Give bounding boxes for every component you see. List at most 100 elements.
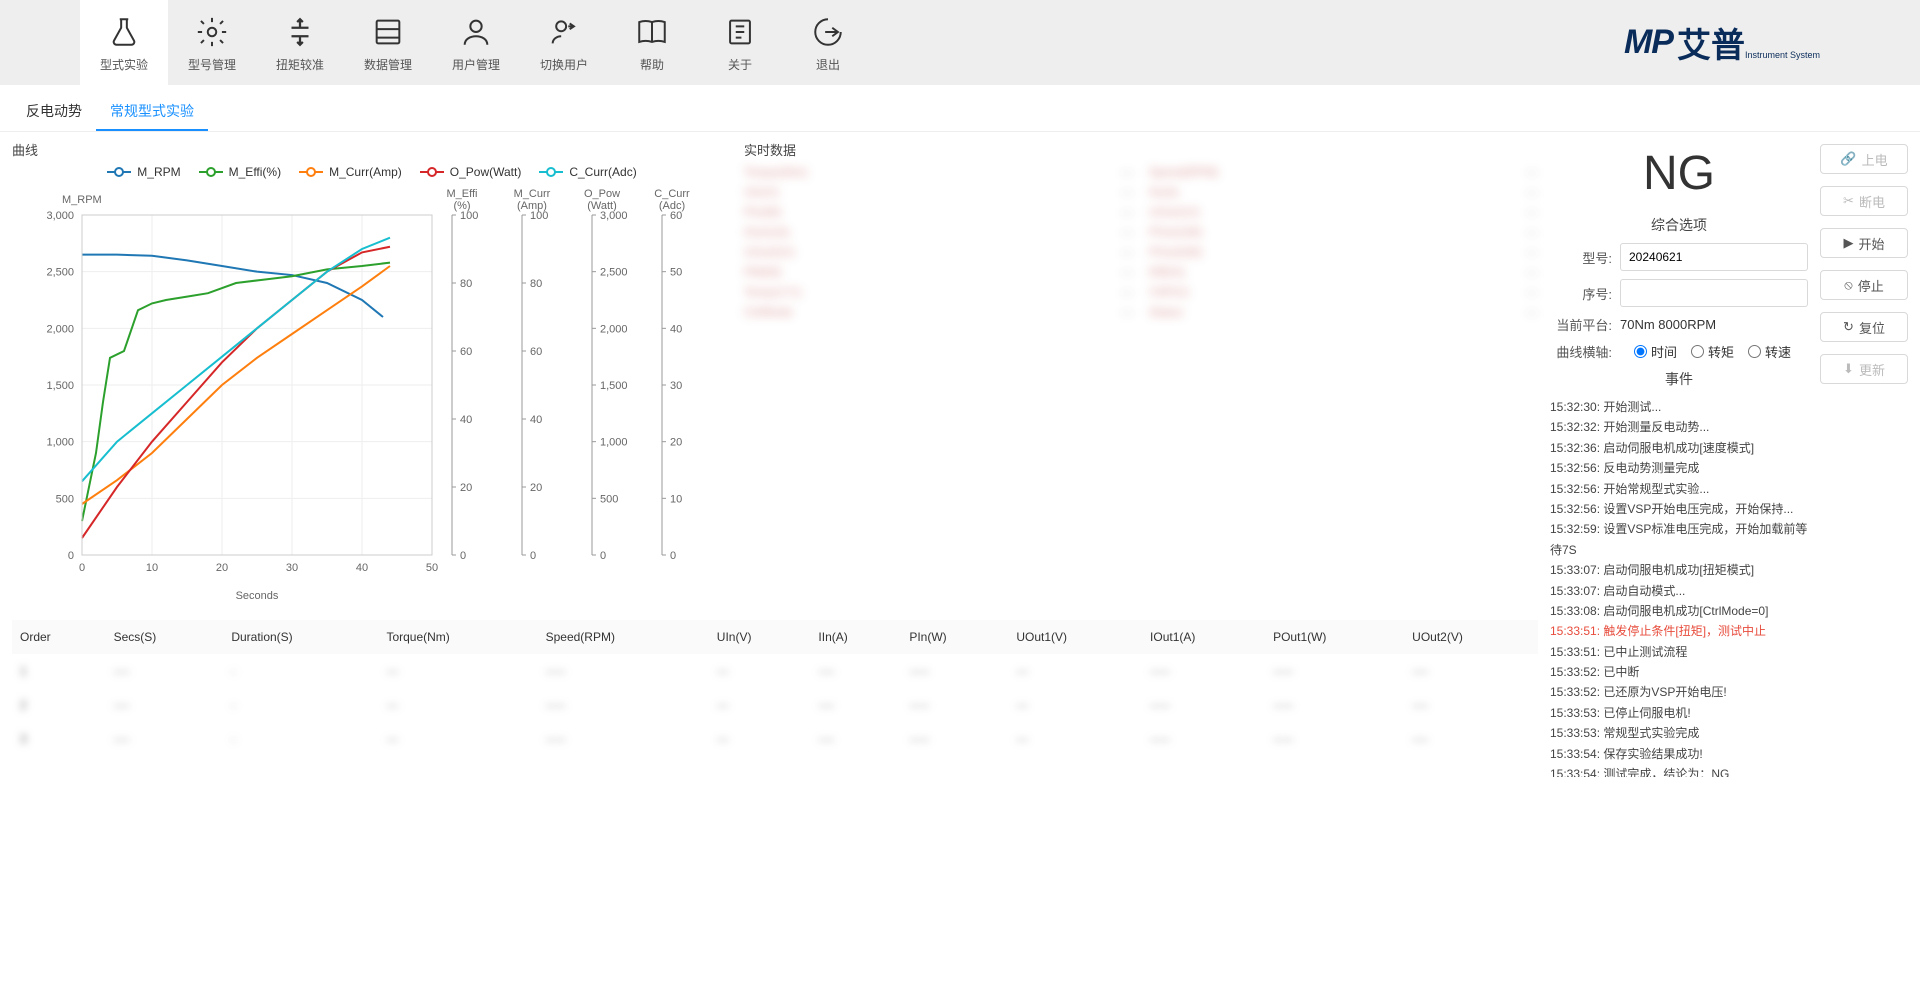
options-panel: NG 综合选项 型号: 20240621 序号: 当前平台: 70Nm 8000… [1550, 132, 1820, 1008]
svg-text:40: 40 [670, 323, 682, 335]
reset-icon: ↻ [1843, 319, 1854, 335]
stop-icon: ⦸ [1844, 277, 1852, 293]
svg-text:2,500: 2,500 [46, 267, 74, 279]
play-icon: ▶ [1843, 235, 1853, 251]
svg-text:20: 20 [670, 437, 682, 449]
model-select[interactable]: 20240621 [1620, 243, 1808, 271]
radio-torque[interactable]: 转矩 [1691, 342, 1734, 361]
tool-label: 数据管理 [364, 56, 412, 73]
tool-label: 用户管理 [452, 56, 500, 73]
download-icon: ⬇ [1843, 361, 1854, 377]
tool-user-mgmt[interactable]: 用户管理 [432, 0, 520, 85]
svg-text:40: 40 [530, 414, 542, 426]
tool-exit[interactable]: 退出 [784, 0, 872, 85]
svg-text:(Amp): (Amp) [517, 200, 547, 212]
tool-label: 切换用户 [540, 56, 588, 73]
serial-label: 序号: [1550, 284, 1620, 303]
svg-text:1,500: 1,500 [600, 380, 628, 392]
radio-time[interactable]: 时间 [1634, 342, 1677, 361]
exit-icon [811, 12, 845, 52]
svg-text:60: 60 [460, 346, 472, 358]
chart-svg: 05001,0001,5002,0002,5003,000M_RPM010203… [12, 185, 732, 605]
options-title: 综合选项 [1550, 215, 1808, 235]
tab-back-emf[interactable]: 反电动势 [12, 93, 96, 131]
tool-label: 关于 [728, 56, 752, 73]
svg-text:80: 80 [460, 278, 472, 290]
refresh-button[interactable]: ⬇更新 [1820, 354, 1908, 384]
tool-type-test[interactable]: 型式实验 [80, 0, 168, 85]
svg-text:C_Curr: C_Curr [654, 188, 690, 200]
svg-text:20: 20 [460, 482, 472, 494]
start-button[interactable]: ▶开始 [1820, 228, 1908, 258]
svg-text:2,000: 2,000 [600, 323, 628, 335]
flask-icon [107, 12, 141, 52]
power-off-button[interactable]: ✂断电 [1820, 186, 1908, 216]
book-icon [635, 12, 669, 52]
tool-help[interactable]: 帮助 [608, 0, 696, 85]
power-on-button[interactable]: 🔗上电 [1820, 144, 1908, 174]
svg-text:M_Effi: M_Effi [447, 188, 478, 200]
events-list: 15:32:30: 开始测试...15:32:32: 开始测量反电动势...15… [1550, 397, 1808, 777]
svg-text:0: 0 [460, 550, 466, 562]
calibrate-icon [283, 12, 317, 52]
reset-button[interactable]: ↻复位 [1820, 312, 1908, 342]
gear-icon [195, 12, 229, 52]
result-verdict: NG [1550, 146, 1808, 201]
svg-text:50: 50 [426, 562, 438, 574]
toolbar: 型式实验 型号管理 扭矩较准 数据管理 用户管理 切换用户 帮助 关于 [0, 0, 1920, 85]
logo-subtitle: Instrument System [1745, 50, 1820, 60]
svg-text:1,000: 1,000 [46, 437, 74, 449]
tool-switch-user[interactable]: 切换用户 [520, 0, 608, 85]
svg-text:0: 0 [670, 550, 676, 562]
xaxis-label: 曲线横轴: [1550, 342, 1620, 361]
svg-text:M_RPM: M_RPM [62, 194, 102, 206]
tool-model-mgmt[interactable]: 型号管理 [168, 0, 256, 85]
svg-text:50: 50 [670, 267, 682, 279]
svg-text:500: 500 [56, 493, 74, 505]
tool-torque-cal[interactable]: 扭矩较准 [256, 0, 344, 85]
svg-text:(%): (%) [453, 200, 470, 212]
tool-about[interactable]: 关于 [696, 0, 784, 85]
svg-text:10: 10 [146, 562, 158, 574]
radio-speed[interactable]: 转速 [1748, 342, 1791, 361]
realtime-panel: 实时数据 Torque(Nm)---Speed(RPM)---UIn(V)---… [744, 140, 1538, 608]
link-icon: 🔗 [1840, 151, 1856, 167]
tool-data-mgmt[interactable]: 数据管理 [344, 0, 432, 85]
svg-text:500: 500 [600, 493, 618, 505]
svg-text:10: 10 [670, 493, 682, 505]
model-label: 型号: [1550, 248, 1620, 267]
stop-button[interactable]: ⦸停止 [1820, 270, 1908, 300]
realtime-title: 实时数据 [744, 140, 1538, 159]
switch-user-icon [547, 12, 581, 52]
svg-text:0: 0 [600, 550, 606, 562]
svg-text:20: 20 [216, 562, 228, 574]
tool-label: 帮助 [640, 56, 664, 73]
svg-text:0: 0 [530, 550, 536, 562]
svg-text:Seconds: Seconds [236, 590, 279, 602]
serial-input[interactable] [1620, 279, 1808, 307]
tool-label: 扭矩较准 [276, 56, 324, 73]
svg-text:0: 0 [68, 550, 74, 562]
svg-text:3,000: 3,000 [46, 210, 74, 222]
events-title: 事件 [1550, 369, 1808, 389]
svg-text:20: 20 [530, 482, 542, 494]
svg-text:2,000: 2,000 [46, 323, 74, 335]
svg-text:1,000: 1,000 [600, 437, 628, 449]
svg-text:2,500: 2,500 [600, 267, 628, 279]
realtime-grid: Torque(Nm)---Speed(RPM)---UIn(V)---IIn(A… [744, 165, 1538, 319]
tool-label: 退出 [816, 56, 840, 73]
svg-text:80: 80 [530, 278, 542, 290]
svg-text:1,500: 1,500 [46, 380, 74, 392]
svg-text:M_Curr: M_Curr [514, 188, 551, 200]
database-icon [371, 12, 405, 52]
logo-brand: MP [1624, 23, 1673, 62]
svg-text:40: 40 [356, 562, 368, 574]
chart-title: 曲线 [12, 140, 732, 159]
tabs: 反电动势 常规型式实验 [0, 85, 1920, 132]
svg-text:30: 30 [286, 562, 298, 574]
chart-legend: M_RPMM_Effi(%)M_Curr(Amp)O_Pow(Watt)C_Cu… [12, 165, 732, 179]
logo: MP 艾普 Instrument System [1624, 0, 1840, 85]
unlink-icon: ✂ [1843, 193, 1854, 209]
tab-standard-test[interactable]: 常规型式实验 [96, 93, 208, 131]
data-table: OrderSecs(S)Duration(S)Torque(Nm)Speed(R… [12, 620, 1538, 756]
